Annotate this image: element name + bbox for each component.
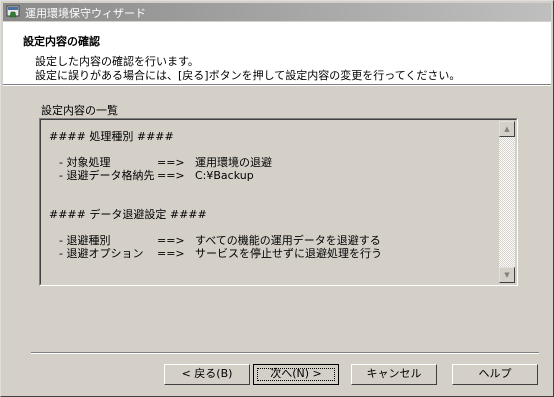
list-item: - 退避種別 ==> すべての機能の運用データを退避する: [49, 234, 381, 247]
back-button[interactable]: < 戻る(B): [164, 364, 250, 385]
item-value: すべての機能の運用データを退避する: [195, 234, 381, 247]
wizard-app-icon: [6, 5, 20, 18]
vertical-scrollbar[interactable]: ▲ ▼: [499, 121, 515, 283]
item-value: 運用環境の退避: [195, 156, 272, 169]
page-heading: 設定内容の確認: [23, 35, 100, 48]
next-button-label: 次へ(N) >: [270, 367, 322, 380]
header-divider: [3, 84, 551, 86]
section-header: #### データ退避設定 ####: [49, 208, 207, 221]
scroll-down-arrow-icon[interactable]: ▼: [499, 267, 515, 283]
section-process-type: #### 処理種別 #### - 対象処理 ==> 運用環境の退避 - 退避デー…: [49, 130, 272, 182]
item-arrow: ==>: [157, 156, 185, 169]
summary-group-label: 設定内容の一覧: [41, 104, 118, 117]
item-key: - 対象処理: [59, 156, 111, 169]
back-button-label: < 戻る(B): [181, 367, 233, 380]
section-header: #### 処理種別 ####: [49, 130, 174, 143]
header-description-2: 設定に誤りがある場合には、[戻る]ボタンを押して設定内容の変更を行ってください。: [35, 69, 461, 82]
item-value: サービスを停止せずに退避処理を行う: [195, 247, 382, 260]
cancel-button-label: キャンセル: [366, 367, 422, 380]
help-button[interactable]: ヘルプ: [452, 364, 538, 385]
wizard-header: 設定内容の確認 設定した内容の確認を行います。 設定に誤りがある場合には、[戻る…: [3, 22, 551, 84]
title-bar[interactable]: 運用環境保守ウィザード: [3, 3, 551, 21]
list-item: - 退避データ格納先 ==> C:¥Backup: [49, 169, 254, 182]
next-button[interactable]: 次へ(N) >: [253, 364, 339, 385]
item-value: C:¥Backup: [195, 169, 254, 182]
item-key: - 退避オプション: [59, 247, 144, 260]
summary-content: #### 処理種別 #### - 対象処理 ==> 運用環境の退避 - 退避デー…: [49, 130, 382, 260]
item-arrow: ==>: [157, 234, 185, 247]
footer-divider: [31, 352, 539, 354]
summary-panel[interactable]: #### 処理種別 #### - 対象処理 ==> 運用環境の退避 - 退避デー…: [39, 118, 518, 286]
section-data-backup: #### データ退避設定 #### - 退避種別 ==> すべての機能の運用デー…: [49, 208, 382, 260]
summary-panel-inner: #### 処理種別 #### - 対象処理 ==> 運用環境の退避 - 退避デー…: [40, 119, 517, 285]
window-title: 運用環境保守ウィザード: [25, 7, 146, 20]
wizard-window: 運用環境保守ウィザード 設定内容の確認 設定した内容の確認を行います。 設定に誤…: [0, 0, 554, 397]
item-arrow: ==>: [157, 169, 185, 182]
item-arrow: ==>: [157, 247, 185, 260]
item-key: - 退避データ格納先: [59, 169, 155, 182]
list-item: - 退避オプション ==> サービスを停止せずに退避処理を行う: [49, 247, 382, 260]
help-button-label: ヘルプ: [478, 367, 512, 380]
list-item: - 対象処理 ==> 運用環境の退避: [49, 156, 272, 169]
cancel-button[interactable]: キャンセル: [351, 364, 437, 385]
item-key: - 退避種別: [59, 234, 111, 247]
scroll-up-arrow-icon[interactable]: ▲: [499, 121, 515, 137]
